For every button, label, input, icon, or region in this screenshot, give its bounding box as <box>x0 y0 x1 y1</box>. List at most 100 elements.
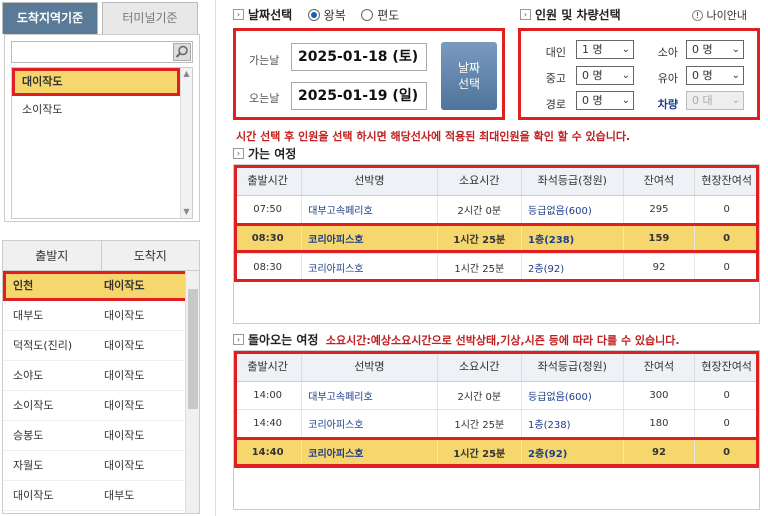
tab-terminal[interactable]: 터미널기준 <box>102 2 198 34</box>
cell-grade: 2층(92) <box>521 253 624 282</box>
destination-box: 대이작도 소이작도 ▲ ▼ <box>4 34 200 222</box>
table-row[interactable]: 14:00 대부고속페리호 2시간 0분 등급없음(600) 300 0 <box>234 381 759 410</box>
adult-label: 대인 <box>545 46 566 59</box>
column-header: 선박명 <box>301 165 438 196</box>
cell-duration: 1시간 25분 <box>437 253 523 282</box>
cell-seats: 92 <box>623 437 696 468</box>
cell-ship: 코리아피스호 <box>301 223 438 254</box>
go-date-label: 가는날 <box>249 54 280 67</box>
senior-select[interactable]: 0 명 ⌄ <box>576 91 634 110</box>
column-header: 현장잔여석 <box>694 165 759 196</box>
adult-select[interactable]: 1 명 ⌄ <box>576 40 634 59</box>
table-row[interactable]: 08:30 코리아피스호 1시간 25분 1층(238) 159 0 <box>234 223 759 254</box>
cell-time: 08:30 <box>234 223 303 254</box>
cell-ship: 코리아피스호 <box>301 409 438 438</box>
cell-ship: 코리아피스호 <box>301 253 438 282</box>
cell-onsite: 0 <box>694 253 759 282</box>
tab-bar: 도착지역기준 터미널기준 <box>2 2 200 34</box>
scroll-up-icon[interactable]: ▲ <box>181 68 192 80</box>
return-date-input[interactable]: 2025-01-19 (일) <box>291 82 427 110</box>
tab-destination-region[interactable]: 도착지역기준 <box>2 2 98 34</box>
cell-ship: 대부고속페리호 <box>301 381 438 410</box>
chevron-down-icon: ⌄ <box>731 95 740 106</box>
one-way-option[interactable]: 편도 <box>361 8 399 22</box>
column-header: 출발시간 <box>234 351 303 382</box>
cell-ship: 대부고속페리호 <box>301 195 438 224</box>
cell-time: 08:30 <box>234 253 303 282</box>
route-row[interactable]: 승봉도 대이작도 <box>3 421 199 451</box>
radio-one-way[interactable] <box>361 8 374 21</box>
round-trip-option[interactable]: 왕복 <box>307 8 346 22</box>
destination-item[interactable]: 대이작도 <box>12 68 180 96</box>
route-to: 대부도 <box>104 489 135 502</box>
route-scrollbar[interactable] <box>185 271 199 513</box>
left-panel: 도착지역기준 터미널기준 대이작도 소이작도 ▲ ▼ 출발지 도착지 인천 대이작도… <box>0 0 216 516</box>
return-date-label: 오는날 <box>249 92 280 105</box>
destination-search-input[interactable] <box>11 41 193 63</box>
route-to: 대이작도 <box>104 339 145 352</box>
route-row[interactable]: 소이작도 대이작도 <box>3 391 199 421</box>
child-value: 0 명 <box>692 43 713 56</box>
route-scroll-thumb[interactable] <box>188 289 198 409</box>
route-from: 대이작도 <box>13 489 54 502</box>
outbound-table-box: 출발시간 선박명 소요시간 좌석등급(정원) 잔여석 현장잔여석 07:50 대부고속페리호 2… <box>233 164 760 324</box>
date-section-title: 날짜선택 <box>248 8 293 22</box>
route-to: 대이작도 <box>104 369 145 382</box>
destination-list: 대이작도 소이작도 ▲ ▼ <box>11 67 193 219</box>
infant-value: 0 명 <box>692 69 713 82</box>
cell-grade: 2층(92) <box>521 437 624 468</box>
cell-onsite: 0 <box>694 195 759 224</box>
route-list: 인천 대이작도 대부도 대이작도 덕적도(진리) 대이작도 소야도 대이작도 소이작도 대이작도 승… <box>3 271 199 511</box>
return-header: › 돌아오는 여정 소요시간:예상소요시간으로 선박상태,기상,시즌 등에 따라 … <box>233 331 680 348</box>
go-date-input[interactable]: 2025-01-18 (토) <box>291 43 427 71</box>
senior-value: 0 명 <box>582 94 603 107</box>
teen-select[interactable]: 0 명 ⌄ <box>576 66 634 85</box>
column-header: 소요시간 <box>437 351 523 382</box>
cell-onsite: 0 <box>694 223 759 254</box>
outbound-header: › 가는 여정 <box>233 145 296 162</box>
senior-label: 경로 <box>545 98 566 111</box>
table-row[interactable]: 14:40 코리아피스호 1시간 25분 1층(238) 180 0 <box>234 409 759 438</box>
route-row[interactable]: 소야도 대이작도 <box>3 361 199 391</box>
age-guide-link[interactable]: ! 나이안내 <box>692 7 747 23</box>
child-select[interactable]: 0 명 ⌄ <box>686 40 744 59</box>
route-from: 자월도 <box>13 459 44 472</box>
route-to: 대이작도 <box>104 279 145 292</box>
route-row[interactable]: 자월도 대이작도 <box>3 451 199 481</box>
select-date-button[interactable]: 날짜 선택 <box>441 42 497 110</box>
route-row[interactable]: 덕적도(진리) 대이작도 <box>3 331 199 361</box>
destination-scrollbar[interactable]: ▲ ▼ <box>180 68 192 218</box>
column-header: 소요시간 <box>437 165 523 196</box>
destination-item[interactable]: 소이작도 <box>12 96 180 124</box>
radio-round-trip[interactable] <box>307 8 320 21</box>
cell-seats: 159 <box>623 223 696 254</box>
route-row[interactable]: 대이작도 대부도 <box>3 481 199 511</box>
scroll-down-icon[interactable]: ▼ <box>181 206 192 218</box>
infant-select[interactable]: 0 명 ⌄ <box>686 66 744 85</box>
search-icon <box>175 45 188 58</box>
pax-section-header: › 인원 및 차량선택 <box>520 6 621 23</box>
table-row[interactable]: 08:30 코리아피스호 1시간 25분 2층(92) 92 0 <box>234 253 759 282</box>
cell-seats: 295 <box>623 195 696 224</box>
chevron-down-icon: ⌄ <box>731 44 740 55</box>
route-header: 출발지 도착지 <box>3 241 199 271</box>
route-to: 대이작도 <box>104 309 145 322</box>
teen-label: 중고 <box>545 72 566 85</box>
cell-duration: 1시간 25분 <box>437 409 523 438</box>
route-from: 인천 <box>13 279 34 292</box>
infant-label: 유아 <box>657 72 678 85</box>
cell-grade: 등급없음(600) <box>521 195 624 224</box>
column-header: 현장잔여석 <box>694 351 759 382</box>
table-row[interactable]: 07:50 대부고속페리호 2시간 0분 등급없음(600) 295 0 <box>234 195 759 224</box>
table-row[interactable]: 14:40 코리아피스호 1시간 25분 2층(92) 92 0 <box>234 437 759 468</box>
pax-section-title: 인원 및 차량선택 <box>535 8 621 22</box>
bullet-icon: › <box>233 9 244 20</box>
route-from: 소이작도 <box>13 399 54 412</box>
select-date-button-label: 선택 <box>457 77 481 91</box>
cell-onsite: 0 <box>694 409 759 438</box>
route-row[interactable]: 대부도 대이작도 <box>3 301 199 331</box>
search-button[interactable] <box>173 43 191 61</box>
vehicle-select[interactable]: 0 대 ⌄ <box>686 91 744 110</box>
route-row[interactable]: 인천 대이작도 <box>3 271 199 301</box>
column-header: 좌석등급(정원) <box>521 165 624 196</box>
